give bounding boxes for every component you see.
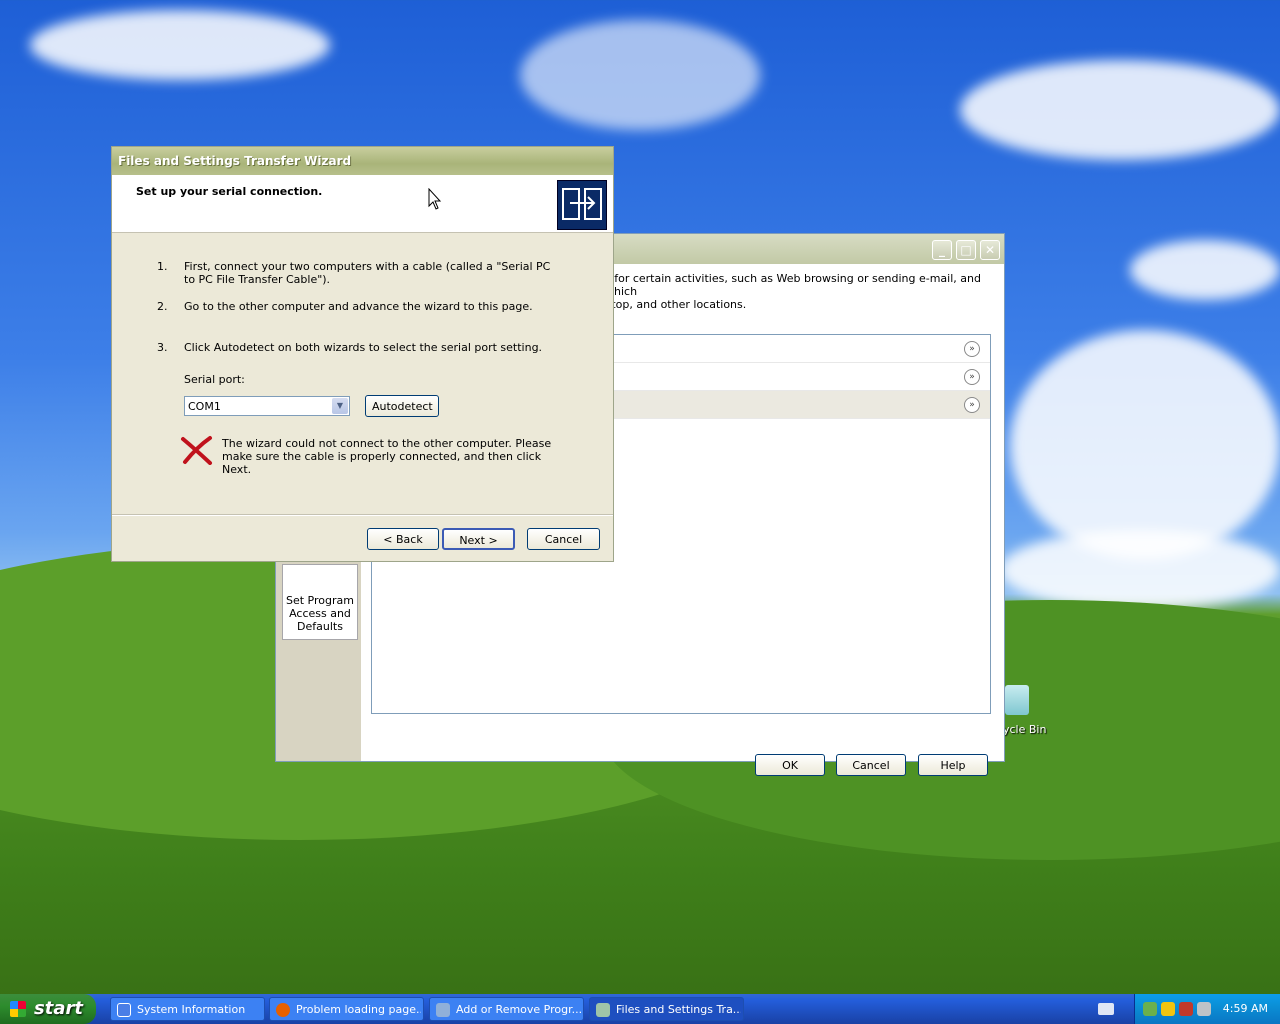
error-message: The wizard could not connect to the othe… [222, 437, 552, 476]
security-shield-icon[interactable] [1161, 1002, 1175, 1016]
autodetect-button[interactable]: Autodetect [365, 395, 439, 417]
help-button[interactable]: Help [918, 754, 988, 776]
volume-icon[interactable] [1197, 1002, 1211, 1016]
recycle-bin-label: ycle Bin [1003, 723, 1047, 736]
firefox-icon [276, 1003, 290, 1017]
windows-logo-icon [10, 1001, 26, 1017]
transfer-wizard-icon [557, 180, 607, 230]
cancel-button[interactable]: Cancel [836, 754, 906, 776]
wizard-header: Set up your serial connection. [112, 175, 613, 233]
back-button[interactable]: < Back [367, 528, 439, 550]
close-button[interactable]: ✕ [980, 240, 1000, 260]
taskbar-item-transfer-wizard[interactable]: Files and Settings Tra... [589, 997, 744, 1021]
chevron-down-icon[interactable]: ▼ [332, 398, 348, 414]
taskbar-item-system-information[interactable]: System Information [110, 997, 265, 1021]
antivirus-icon[interactable] [1179, 1002, 1193, 1016]
maximize-button[interactable]: □ [956, 240, 976, 260]
chevron-down-icon[interactable]: » [964, 341, 980, 357]
transfer-wizard-window: Files and Settings Transfer Wizard Set u… [111, 146, 614, 562]
wizard-titlebar[interactable]: Files and Settings Transfer Wizard [112, 147, 613, 175]
next-button[interactable]: Next > [442, 528, 515, 550]
serial-port-label: Serial port: [184, 373, 245, 386]
keyboard-icon[interactable] [1098, 1003, 1114, 1015]
recycle-bin-icon [1005, 685, 1029, 715]
network-icon[interactable] [1143, 1002, 1157, 1016]
help-icon [117, 1003, 131, 1017]
chevron-down-icon[interactable]: » [964, 397, 980, 413]
wizard-separator [112, 514, 613, 516]
cancel-button[interactable]: Cancel [527, 528, 600, 550]
recycle-bin[interactable]: ycle Bin [1003, 683, 1063, 736]
minimize-button[interactable]: _ [932, 240, 952, 260]
taskbar-item-firefox[interactable]: Problem loading page... [269, 997, 424, 1021]
add-remove-programs-icon [436, 1003, 450, 1017]
taskbar-item-add-remove-programs[interactable]: Add or Remove Progr... [429, 997, 584, 1021]
chevron-down-icon[interactable]: » [964, 369, 980, 385]
mouse-cursor-icon [428, 187, 442, 213]
error-icon [180, 435, 214, 465]
start-button[interactable]: start [0, 994, 96, 1024]
transfer-wizard-icon [596, 1003, 610, 1017]
sidebar-item-set-program-access[interactable]: Set Program Access and Defaults [282, 564, 358, 640]
page-title: Set up your serial connection. [136, 185, 323, 198]
serial-port-select[interactable]: COM1 ▼ [184, 396, 350, 416]
window-title: Files and Settings Transfer Wizard [118, 154, 352, 168]
sidebar-item-label: Set Program Access and Defaults [286, 594, 354, 633]
arp-description: s for certain activities, such as Web br… [605, 272, 981, 311]
system-tray: 4:59 AM [1134, 994, 1280, 1024]
ok-button[interactable]: OK [755, 754, 825, 776]
taskbar: start System Information Problem loading… [0, 994, 1280, 1024]
clock: 4:59 AM [1222, 1002, 1268, 1015]
